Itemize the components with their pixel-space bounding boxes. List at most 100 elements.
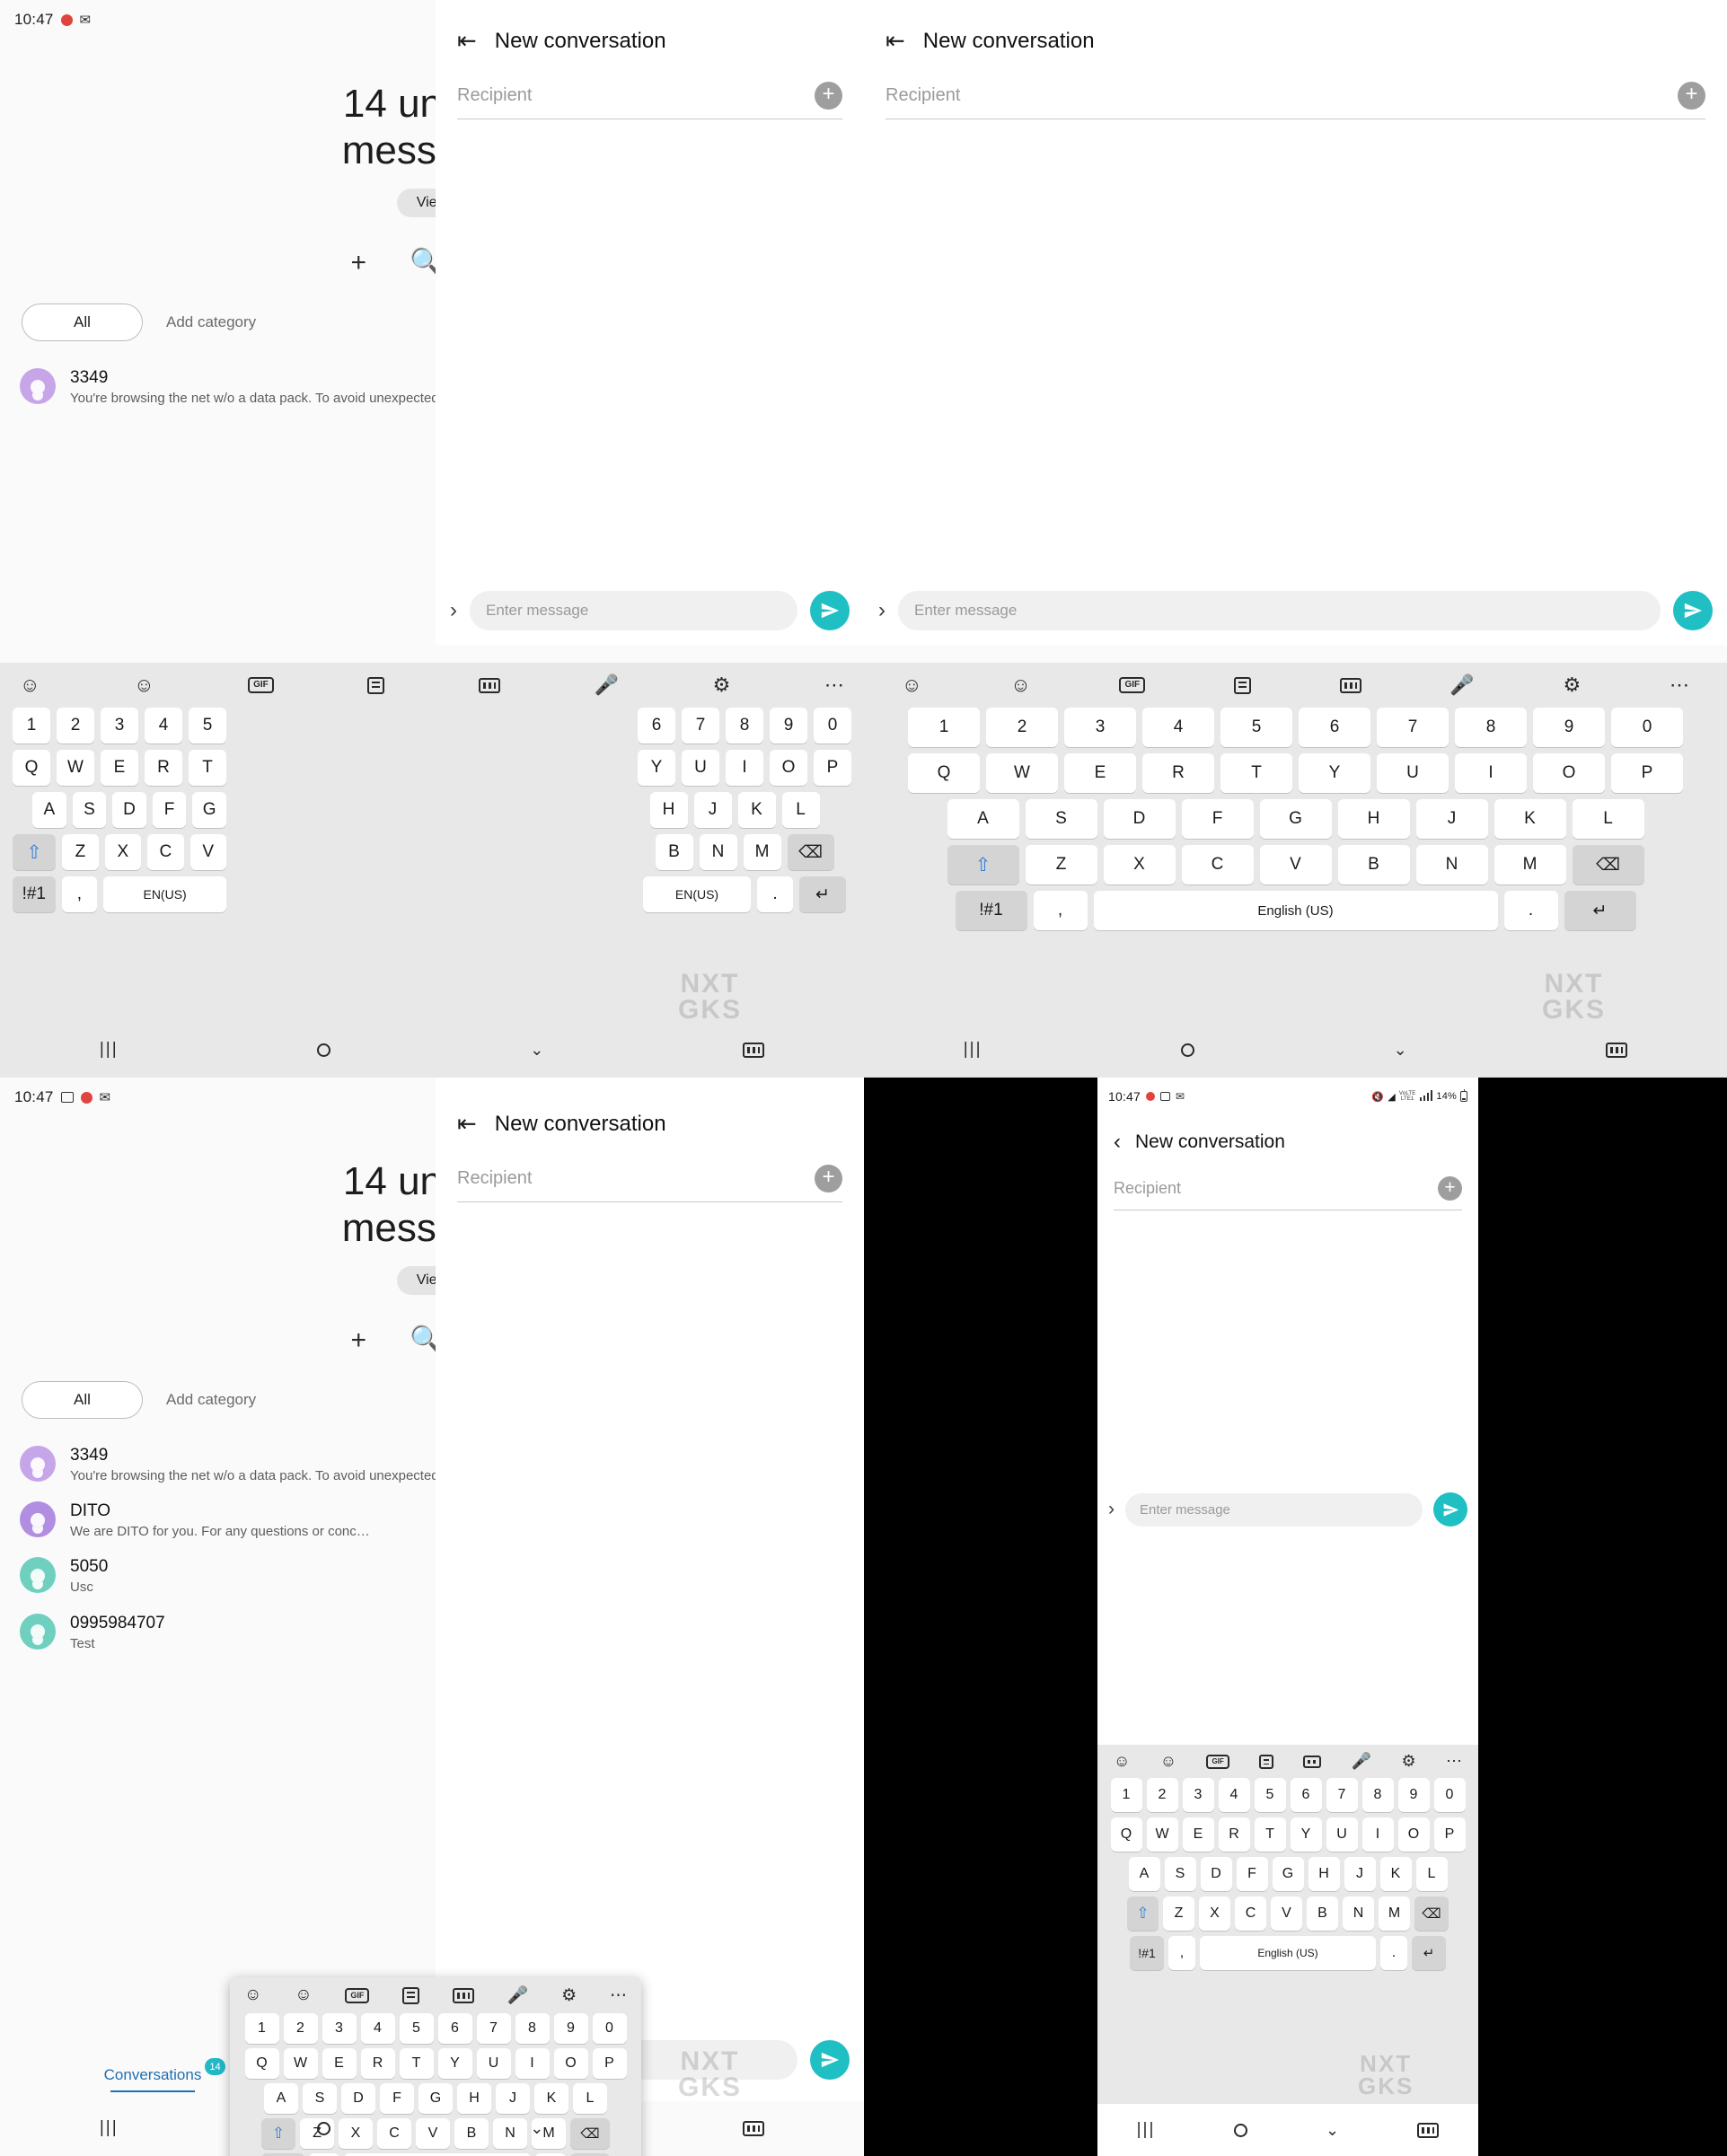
key-x[interactable]: X bbox=[104, 834, 142, 870]
key-w[interactable]: W bbox=[986, 753, 1058, 793]
key-b[interactable]: B bbox=[1337, 845, 1410, 884]
key-u[interactable]: U bbox=[682, 750, 719, 786]
microphone-icon[interactable]: 🎤 bbox=[1449, 673, 1474, 697]
key-i[interactable]: I bbox=[1361, 1817, 1394, 1852]
key-a[interactable]: A bbox=[947, 799, 1019, 839]
hide-keyboard-icon[interactable]: ⌄ bbox=[1394, 1041, 1407, 1060]
key-t[interactable]: T bbox=[1220, 753, 1292, 793]
key-9[interactable]: 9 bbox=[1533, 708, 1605, 747]
settings-icon[interactable]: ⚙ bbox=[1402, 1752, 1416, 1771]
key-4[interactable]: 4 bbox=[360, 2013, 395, 2044]
key-o[interactable]: O bbox=[1397, 1817, 1430, 1852]
key-l[interactable]: L bbox=[1415, 1857, 1448, 1891]
more-icon[interactable]: ⋯ bbox=[610, 1985, 627, 2006]
key-m[interactable]: M bbox=[1494, 845, 1566, 884]
sticker-icon[interactable]: ☺ bbox=[1010, 673, 1030, 697]
add-icon[interactable]: + bbox=[351, 249, 367, 277]
more-icon[interactable]: ⋯ bbox=[824, 673, 844, 697]
key-d[interactable]: D bbox=[1200, 1857, 1232, 1891]
key-d[interactable]: D bbox=[112, 792, 146, 828]
gif-icon[interactable]: GIF bbox=[248, 677, 274, 693]
key-s[interactable]: S bbox=[1025, 799, 1097, 839]
clipboard-icon[interactable] bbox=[1233, 676, 1251, 694]
key-3[interactable]: 3 bbox=[101, 708, 138, 744]
key-i[interactable]: I bbox=[726, 750, 763, 786]
key-a[interactable]: A bbox=[1128, 1857, 1160, 1891]
key-b[interactable]: B bbox=[1307, 1896, 1338, 1931]
key-z[interactable]: Z bbox=[1025, 845, 1097, 884]
settings-icon[interactable]: ⚙ bbox=[561, 1985, 577, 2006]
key-w[interactable]: W bbox=[57, 750, 94, 786]
keyboard-modes-icon[interactable] bbox=[1339, 677, 1361, 693]
key-q[interactable]: Q bbox=[1110, 1817, 1142, 1852]
add-contact-icon[interactable]: + bbox=[815, 1165, 842, 1192]
key-6[interactable]: 6 bbox=[437, 2013, 472, 2044]
recents-icon[interactable]: ||| bbox=[964, 1040, 982, 1060]
key-g[interactable]: G bbox=[192, 792, 226, 828]
key-9[interactable]: 9 bbox=[770, 708, 807, 744]
key-3[interactable]: 3 bbox=[1064, 708, 1136, 747]
space-key-right[interactable]: EN(US) bbox=[643, 876, 751, 912]
key-0[interactable]: 0 bbox=[1611, 708, 1683, 747]
enter-icon[interactable]: ↵ bbox=[1412, 1936, 1446, 1970]
key-0[interactable]: 0 bbox=[592, 2013, 627, 2044]
key-h[interactable]: H bbox=[1337, 799, 1410, 839]
recipient-input[interactable]: Recipient bbox=[886, 85, 1663, 106]
key-1[interactable]: 1 bbox=[1110, 1778, 1142, 1812]
settings-icon[interactable]: ⚙ bbox=[1564, 673, 1582, 697]
key-8[interactable]: 8 bbox=[726, 708, 763, 744]
key-y[interactable]: Y bbox=[1290, 1817, 1322, 1852]
key-u[interactable]: U bbox=[1326, 1817, 1358, 1852]
key-8[interactable]: 8 bbox=[1361, 1778, 1394, 1812]
key-y[interactable]: Y bbox=[638, 750, 675, 786]
key-v[interactable]: V bbox=[1259, 845, 1332, 884]
key-r[interactable]: R bbox=[1142, 753, 1214, 793]
emoji-icon[interactable]: ☺ bbox=[244, 1985, 261, 2005]
key-f[interactable]: F bbox=[1236, 1857, 1268, 1891]
key-r[interactable]: R bbox=[1218, 1817, 1250, 1852]
chevron-right-icon[interactable]: › bbox=[450, 598, 457, 623]
key-g[interactable]: G bbox=[1259, 799, 1332, 839]
chevron-right-icon[interactable]: › bbox=[1108, 1499, 1115, 1520]
more-icon[interactable]: ⋯ bbox=[1446, 1752, 1462, 1771]
key-2[interactable]: 2 bbox=[57, 708, 94, 744]
key-i[interactable]: I bbox=[515, 2048, 550, 2079]
key-e[interactable]: E bbox=[322, 2048, 357, 2079]
keyboard-switch-icon[interactable] bbox=[743, 2120, 765, 2136]
hide-keyboard-icon[interactable]: ⌄ bbox=[1326, 2121, 1339, 2140]
key-l[interactable]: L bbox=[1572, 799, 1644, 839]
clipboard-icon[interactable] bbox=[1259, 1754, 1274, 1769]
key-s[interactable]: S bbox=[72, 792, 107, 828]
send-button[interactable] bbox=[1673, 591, 1713, 630]
key-8[interactable]: 8 bbox=[515, 2013, 550, 2044]
key-n[interactable]: N bbox=[1343, 1896, 1374, 1931]
sticker-icon[interactable]: ☺ bbox=[134, 673, 154, 697]
microphone-icon[interactable]: 🎤 bbox=[1352, 1752, 1371, 1771]
key-k[interactable]: K bbox=[1379, 1857, 1412, 1891]
home-icon[interactable] bbox=[1233, 2123, 1247, 2137]
key-e[interactable]: E bbox=[1064, 753, 1136, 793]
key-8[interactable]: 8 bbox=[1455, 708, 1527, 747]
key-1[interactable]: 1 bbox=[908, 708, 980, 747]
key-f[interactable]: F bbox=[152, 792, 187, 828]
key-p[interactable]: P bbox=[592, 2048, 627, 2079]
key-k[interactable]: K bbox=[737, 792, 776, 828]
comma-key[interactable]: , bbox=[1033, 891, 1088, 930]
key-z[interactable]: Z bbox=[1163, 1896, 1194, 1931]
microphone-icon[interactable]: 🎤 bbox=[507, 1984, 529, 2006]
key-c[interactable]: C bbox=[147, 834, 184, 870]
key-h[interactable]: H bbox=[649, 792, 688, 828]
key-7[interactable]: 7 bbox=[682, 708, 719, 744]
key-u[interactable]: U bbox=[476, 2048, 511, 2079]
keyboard-switch-icon[interactable] bbox=[743, 1042, 765, 1058]
gif-icon[interactable]: GIF bbox=[1206, 1754, 1229, 1769]
period-key[interactable]: . bbox=[757, 876, 793, 912]
back-arrow-icon[interactable]: ⇤ bbox=[886, 27, 905, 55]
add-contact-icon[interactable]: + bbox=[1678, 82, 1705, 110]
key-0[interactable]: 0 bbox=[814, 708, 851, 744]
key-p[interactable]: P bbox=[1611, 753, 1683, 793]
key-2[interactable]: 2 bbox=[1146, 1778, 1178, 1812]
add-contact-icon[interactable]: + bbox=[1438, 1176, 1462, 1201]
emoji-icon[interactable]: ☺ bbox=[902, 673, 921, 697]
key-r[interactable]: R bbox=[360, 2048, 395, 2079]
